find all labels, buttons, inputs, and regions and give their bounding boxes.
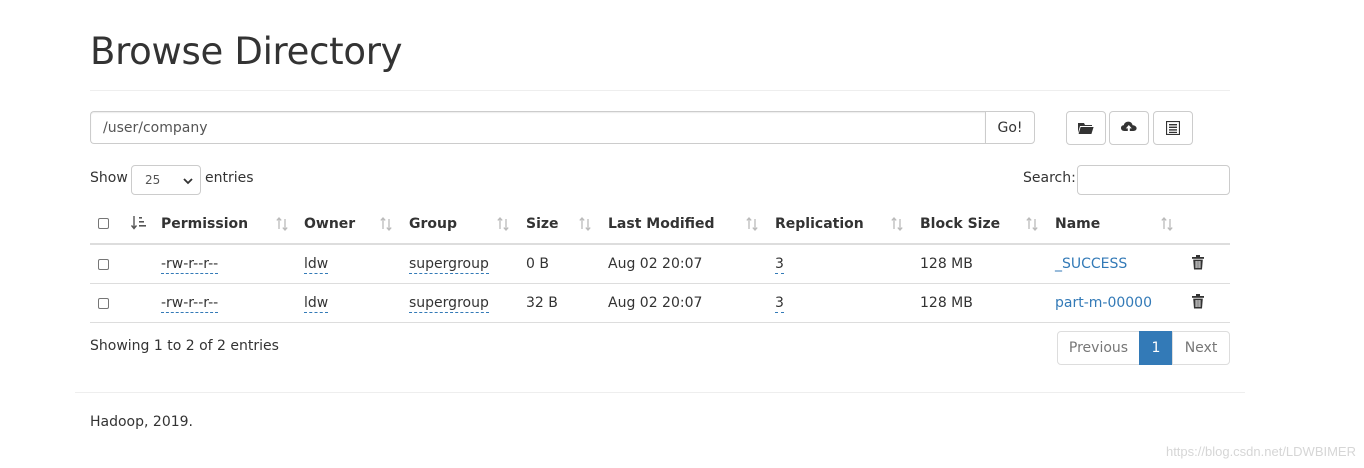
block-size-value: 128 MB xyxy=(920,295,973,311)
pagination: Previous 1 Next xyxy=(1057,331,1230,365)
row-checkbox[interactable] xyxy=(98,259,109,270)
footer-text: Hadoop, 2019. xyxy=(90,414,193,430)
previous-page-button[interactable]: Previous xyxy=(1057,331,1140,365)
replication-value[interactable]: 3 xyxy=(775,295,784,313)
sort-both-icon[interactable] xyxy=(275,217,289,235)
folder-open-icon xyxy=(1078,121,1094,135)
sort-both-icon[interactable] xyxy=(1160,217,1174,235)
replication-value[interactable]: 3 xyxy=(775,256,784,274)
create-directory-button[interactable] xyxy=(1066,111,1106,145)
search-label: Search: xyxy=(1023,170,1076,186)
directory-path-input[interactable] xyxy=(90,111,985,144)
owner-value[interactable]: ldw xyxy=(304,295,329,313)
page-1-button[interactable]: 1 xyxy=(1139,331,1173,365)
group-value[interactable]: supergroup xyxy=(409,295,489,313)
column-header-group[interactable]: Group xyxy=(409,216,457,232)
table-row: -rw-r--r-- ldw supergroup 32 B Aug 02 20… xyxy=(90,284,1230,323)
sort-both-icon[interactable] xyxy=(745,217,759,235)
entries-per-page-select[interactable]: 25 xyxy=(131,165,201,195)
list-alt-icon xyxy=(1166,121,1180,135)
column-header-size[interactable]: Size xyxy=(526,216,559,232)
column-header-name[interactable]: Name xyxy=(1055,216,1100,232)
upload-file-button[interactable] xyxy=(1109,111,1149,145)
table-row: -rw-r--r-- ldw supergroup 0 B Aug 02 20:… xyxy=(90,245,1230,284)
page-title: Browse Directory xyxy=(90,30,403,73)
block-size-value: 128 MB xyxy=(920,256,973,272)
sort-both-icon[interactable] xyxy=(496,217,510,235)
column-header-replication[interactable]: Replication xyxy=(775,216,864,232)
size-value: 32 B xyxy=(526,295,558,311)
watermark: https://blog.csdn.net/LDWBIMER xyxy=(1165,444,1356,459)
sort-both-icon[interactable] xyxy=(578,217,592,235)
go-button[interactable]: Go! xyxy=(985,111,1035,144)
column-header-permission[interactable]: Permission xyxy=(161,216,248,232)
table-info: Showing 1 to 2 of 2 entries xyxy=(90,338,279,354)
column-header-owner[interactable]: Owner xyxy=(304,216,355,232)
file-name-link[interactable]: _SUCCESS xyxy=(1055,256,1127,272)
cloud-upload-icon xyxy=(1121,121,1137,135)
file-name-link[interactable]: part-m-00000 xyxy=(1055,295,1152,311)
next-page-button[interactable]: Next xyxy=(1172,331,1230,365)
trash-icon[interactable] xyxy=(1192,255,1204,274)
title-divider xyxy=(90,90,1230,91)
permission-value[interactable]: -rw-r--r-- xyxy=(161,295,219,313)
select-all-checkbox[interactable] xyxy=(98,218,109,229)
size-value: 0 B xyxy=(526,256,549,272)
sort-both-icon[interactable] xyxy=(1025,217,1039,235)
footer-divider xyxy=(75,392,1245,393)
trash-icon[interactable] xyxy=(1192,294,1204,313)
show-label: Show xyxy=(90,170,128,186)
last-modified-value: Aug 02 20:07 xyxy=(608,256,703,272)
column-header-block-size[interactable]: Block Size xyxy=(920,216,1000,232)
sort-both-icon[interactable] xyxy=(890,217,904,235)
row-checkbox[interactable] xyxy=(98,298,109,309)
entries-label: entries xyxy=(205,170,254,186)
group-value[interactable]: supergroup xyxy=(409,256,489,274)
cut-paste-button[interactable] xyxy=(1153,111,1193,145)
chevron-down-icon xyxy=(183,175,193,189)
sort-asc-icon[interactable] xyxy=(130,215,147,235)
last-modified-value: Aug 02 20:07 xyxy=(608,295,703,311)
entries-select-value: 25 xyxy=(145,173,161,187)
search-input[interactable] xyxy=(1077,165,1230,195)
column-header-last-modified[interactable]: Last Modified xyxy=(608,216,715,232)
table-header: Permission Owner Group Size Last Modifie… xyxy=(90,205,1230,245)
owner-value[interactable]: ldw xyxy=(304,256,329,274)
permission-value[interactable]: -rw-r--r-- xyxy=(161,256,219,274)
sort-both-icon[interactable] xyxy=(379,217,393,235)
